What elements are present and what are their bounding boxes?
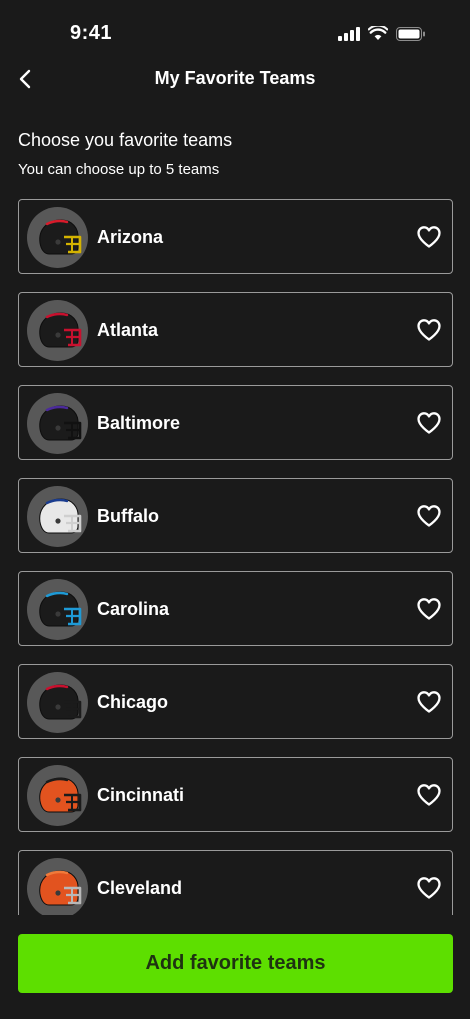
- signal-icon: [338, 26, 360, 41]
- favorite-toggle-button[interactable]: [416, 318, 442, 342]
- section-subheading: You can choose up to 5 teams: [18, 161, 220, 178]
- section-heading: Choose you favorite teams: [18, 130, 233, 150]
- team-card[interactable]: Cincinnati: [18, 757, 453, 832]
- team-card[interactable]: Baltimore: [18, 385, 453, 460]
- heart-outline-icon: [417, 226, 441, 248]
- heart-outline-icon: [417, 319, 441, 341]
- helmet-icon: [38, 311, 81, 347]
- status-icons: [338, 26, 426, 41]
- team-list[interactable]: Arizona Atlanta Baltimore Buffalo Caroli…: [18, 199, 453, 915]
- navigation-bar: My Favorite Teams: [0, 58, 470, 100]
- team-card[interactable]: Atlanta: [18, 292, 453, 367]
- team-helmet-logo: [27, 300, 88, 361]
- helmet-icon: [38, 497, 81, 533]
- favorite-toggle-button[interactable]: [416, 690, 442, 714]
- team-helmet-logo: [27, 579, 88, 640]
- heart-outline-icon: [417, 784, 441, 806]
- team-helmet-logo: [27, 672, 88, 733]
- heart-outline-icon: [417, 412, 441, 434]
- helmet-icon: [38, 404, 81, 440]
- favorite-toggle-button[interactable]: [416, 876, 442, 900]
- team-helmet-logo: [27, 486, 88, 547]
- team-helmet-logo: [27, 393, 88, 454]
- page-title: My Favorite Teams: [154, 68, 316, 88]
- team-name: Buffalo: [97, 506, 159, 526]
- favorite-toggle-button[interactable]: [416, 504, 442, 528]
- team-name: Cincinnati: [97, 785, 185, 805]
- team-helmet-logo: [27, 207, 88, 268]
- team-name: Baltimore: [97, 413, 181, 433]
- helmet-icon: [38, 683, 81, 719]
- heart-outline-icon: [417, 691, 441, 713]
- team-name: Arizona: [97, 227, 164, 247]
- helmet-icon: [38, 869, 81, 905]
- team-card[interactable]: Arizona: [18, 199, 453, 274]
- team-card[interactable]: Buffalo: [18, 478, 453, 553]
- team-card[interactable]: Cleveland: [18, 850, 453, 915]
- helmet-icon: [38, 218, 81, 254]
- favorite-toggle-button[interactable]: [416, 411, 442, 435]
- team-name: Cleveland: [97, 878, 183, 898]
- team-helmet-logo: [27, 765, 88, 826]
- favorite-toggle-button[interactable]: [416, 783, 442, 807]
- heart-outline-icon: [417, 877, 441, 899]
- team-name: Chicago: [97, 692, 169, 712]
- team-card[interactable]: Carolina: [18, 571, 453, 646]
- team-name: Carolina: [97, 599, 170, 619]
- team-name: Atlanta: [97, 320, 159, 340]
- heart-outline-icon: [417, 505, 441, 527]
- favorite-toggle-button[interactable]: [416, 597, 442, 621]
- helmet-icon: [38, 590, 81, 626]
- favorite-toggle-button[interactable]: [416, 225, 442, 249]
- wifi-icon: [368, 26, 388, 40]
- team-helmet-logo: [27, 858, 88, 915]
- battery-icon: [396, 26, 425, 41]
- heart-outline-icon: [417, 598, 441, 620]
- team-card[interactable]: Chicago: [18, 664, 453, 739]
- add-favorite-teams-button[interactable]: Add favorite teams: [18, 934, 453, 993]
- helmet-icon: [38, 776, 81, 812]
- status-time: 9:41: [70, 22, 113, 44]
